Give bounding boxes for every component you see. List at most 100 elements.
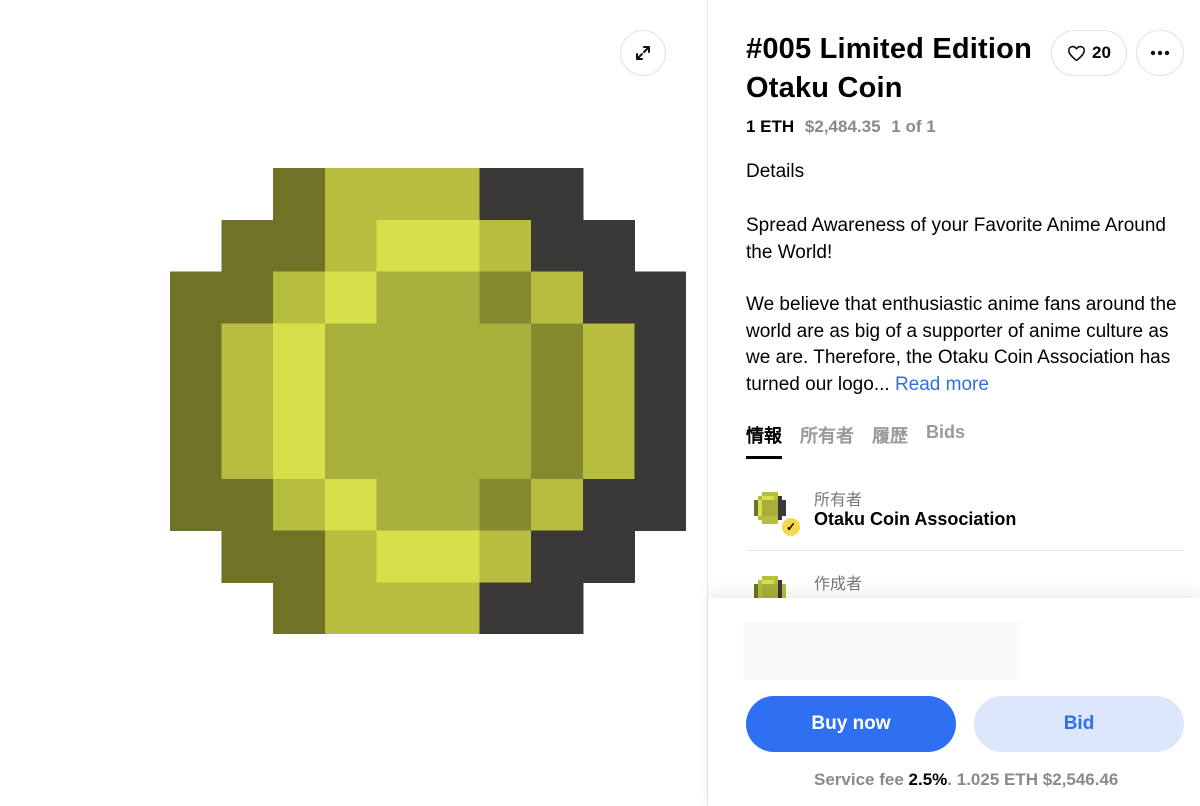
coin-pixel — [634, 323, 686, 376]
tab-info[interactable]: 情報 — [746, 422, 782, 459]
heart-icon — [1068, 45, 1086, 61]
coin-pixel — [634, 478, 686, 532]
row-divider — [746, 550, 1184, 551]
coin-pixel — [273, 582, 326, 634]
coin-pixel — [324, 375, 377, 428]
owner-avatar — [754, 492, 786, 524]
like-count: 20 — [1092, 43, 1111, 62]
coin-pixel — [531, 219, 584, 273]
read-more-link[interactable]: Read more — [895, 374, 989, 395]
coin-pixel — [531, 271, 584, 324]
description-paragraph-2: We believe that enthusiastic anime fans … — [746, 292, 1186, 398]
artwork-pane — [0, 0, 707, 806]
coin-pixel — [376, 323, 429, 376]
owner-row[interactable]: ✓ 所有者 Otaku Coin Association — [746, 484, 1184, 544]
coin-pixel — [531, 478, 584, 532]
info-tabs: 情報 所有者 履歴 Bids — [746, 422, 983, 459]
coin-pixel — [324, 219, 377, 273]
coin-pixel — [428, 478, 481, 532]
coin-pixel — [479, 375, 532, 428]
coin-pixel — [531, 427, 584, 480]
coin-pixel — [479, 168, 532, 221]
coin-pixel — [479, 219, 532, 273]
owner-role-label: 所有者 — [814, 492, 863, 509]
expand-icon — [636, 46, 650, 60]
price-usd: $2,484.35 — [804, 117, 881, 136]
coin-pixel — [273, 530, 326, 583]
fee-label: Service fee — [814, 770, 904, 789]
coin-pixel — [376, 530, 429, 583]
coin-pixel — [479, 530, 532, 583]
coin-pixel — [221, 530, 274, 583]
price-eth: 1 ETH — [746, 117, 795, 136]
total-eth: 1.025 ETH — [956, 770, 1039, 789]
coin-pixel — [582, 478, 635, 532]
coin-pixel — [428, 530, 481, 583]
purchase-panel: Buy now Bid Service fee 2.5%. 1.025 ETH … — [708, 598, 1200, 806]
coin-pixel — [170, 271, 223, 324]
tab-history[interactable]: 履歴 — [872, 422, 908, 459]
coin-pixel — [376, 582, 429, 634]
more-options-button[interactable] — [1136, 30, 1184, 76]
coin-pixel — [582, 530, 635, 583]
coin-pixel — [376, 271, 429, 324]
coin-pixel — [428, 219, 481, 273]
coin-pixel — [221, 271, 274, 324]
like-button[interactable]: 20 — [1051, 30, 1127, 76]
coin-pixel — [582, 271, 635, 324]
coin-pixel — [221, 375, 274, 428]
coin-pixel — [531, 168, 584, 221]
coin-pixel — [376, 478, 429, 532]
coin-pixel — [221, 427, 274, 480]
coin-pixel — [428, 582, 481, 634]
coin-pixel — [324, 530, 377, 583]
coin-pixel — [170, 323, 223, 376]
coin-pixel — [479, 582, 532, 634]
coin-pixel — [634, 375, 686, 428]
more-horizontal-icon — [1150, 50, 1170, 56]
edition-count: 1 of 1 — [891, 117, 936, 136]
bid-button[interactable]: Bid — [974, 696, 1184, 752]
coin-pixel — [221, 219, 274, 273]
coin-pixel — [634, 271, 686, 324]
blank-area — [743, 622, 1019, 680]
coin-pixel — [376, 219, 429, 273]
service-fee-row: Service fee 2.5%. 1.025 ETH $2,546.46 — [814, 770, 1118, 790]
coin-pixel — [376, 375, 429, 428]
coin-pixel — [531, 375, 584, 428]
coin-pixel — [479, 323, 532, 376]
coin-pixel — [582, 323, 635, 376]
coin-pixel — [273, 323, 326, 376]
coin-pixel — [221, 478, 274, 532]
coin-pixel — [428, 375, 481, 428]
coin-pixel — [273, 168, 326, 221]
expand-button[interactable] — [620, 30, 666, 76]
coin-pixel — [324, 168, 377, 221]
details-heading: Details — [746, 161, 805, 182]
coin-pixel — [376, 168, 429, 221]
tab-bids[interactable]: Bids — [926, 422, 965, 459]
coin-pixel — [479, 427, 532, 480]
coin-pixel — [428, 168, 481, 221]
verified-badge: ✓ — [780, 516, 802, 538]
coin-pixel — [428, 427, 481, 480]
coin-pixel — [273, 271, 326, 324]
fee-percent: 2.5% — [908, 770, 948, 789]
coin-pixel — [582, 427, 635, 480]
buy-now-button[interactable]: Buy now — [746, 696, 956, 752]
tab-owners[interactable]: 所有者 — [800, 422, 854, 459]
nft-title: #005 Limited Edition Otaku Coin — [746, 33, 1032, 104]
coin-pixel — [531, 582, 584, 634]
coin-pixel — [221, 323, 274, 376]
coin-pixel — [324, 271, 377, 324]
coin-pixel — [428, 323, 481, 376]
coin-pixel — [479, 478, 532, 532]
check-icon: ✓ — [785, 520, 797, 534]
coin-pixel — [324, 427, 377, 480]
fee-separator: . — [947, 770, 953, 789]
coin-pixel — [273, 219, 326, 273]
coin-pixel — [324, 582, 377, 634]
coin-pixel — [273, 427, 326, 480]
otaku-coin-artwork — [170, 168, 686, 634]
coin-pixel — [170, 427, 223, 480]
